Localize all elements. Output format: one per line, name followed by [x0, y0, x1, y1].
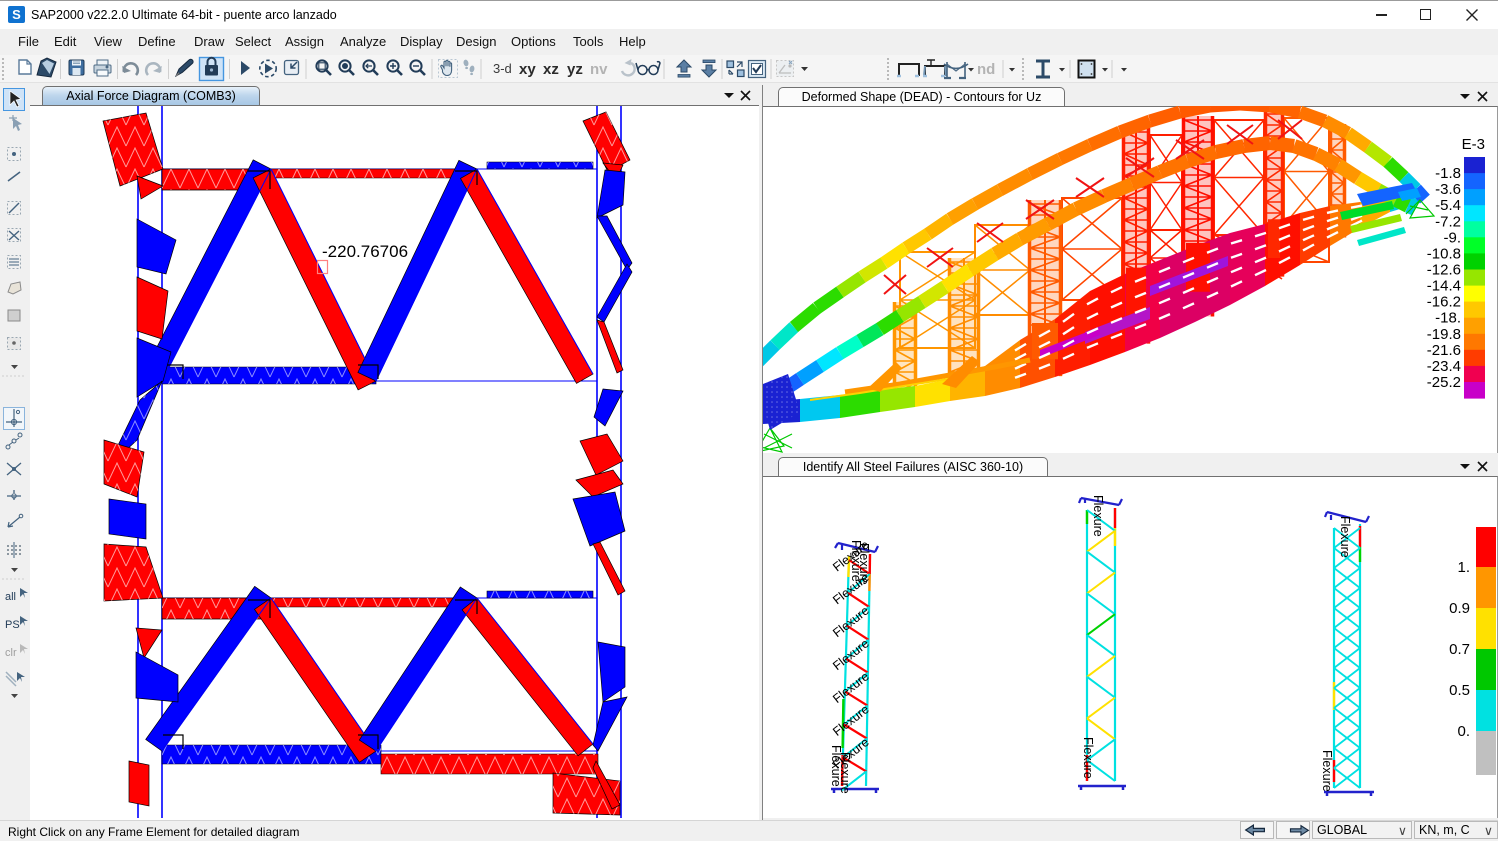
svg-text:Flexure: Flexure [1320, 750, 1334, 792]
svg-text:-18.: -18. [1435, 310, 1461, 327]
svg-text:-21.6: -21.6 [1427, 342, 1461, 359]
svg-text:-19.8: -19.8 [1427, 326, 1461, 343]
svg-text:-1.8: -1.8 [1435, 165, 1461, 182]
svg-text:Flexure: Flexure [830, 603, 872, 640]
svg-text:-9.: -9. [1443, 229, 1461, 246]
svg-text:Flexure: Flexure [830, 669, 872, 706]
svg-text:E-3: E-3 [1462, 136, 1485, 153]
svg-text:-25.2: -25.2 [1427, 374, 1461, 391]
svg-text:xz: xz [543, 61, 559, 78]
svg-text:Flexure: Flexure [1081, 737, 1095, 779]
svg-text:-220.76706: -220.76706 [322, 242, 408, 261]
svg-text:Flexure: Flexure [830, 636, 872, 673]
svg-text:-14.4: -14.4 [1427, 278, 1461, 295]
svg-text:-7.2: -7.2 [1435, 213, 1461, 230]
svg-text:Flexure: Flexure [838, 752, 852, 794]
svg-text:0.9: 0.9 [1449, 600, 1470, 617]
svg-text:-5.4: -5.4 [1435, 197, 1461, 214]
svg-text:all: all [5, 591, 16, 603]
svg-text:-3.6: -3.6 [1435, 181, 1461, 198]
svg-text:-23.4: -23.4 [1427, 358, 1461, 375]
svg-text:xy: xy [519, 61, 536, 78]
svg-text:0.5: 0.5 [1449, 682, 1470, 699]
svg-text:nd: nd [977, 61, 995, 78]
svg-text:PS: PS [5, 619, 20, 631]
svg-text:0.: 0. [1457, 723, 1470, 740]
svg-text:yz: yz [567, 61, 583, 78]
svg-text:1.: 1. [1457, 559, 1470, 576]
svg-text:nv: nv [590, 61, 608, 78]
svg-text:3-d: 3-d [493, 61, 512, 76]
svg-text:Flexure: Flexure [830, 702, 872, 739]
svg-text:Flexure: Flexure [857, 543, 871, 585]
svg-text:Flexure: Flexure [1338, 516, 1352, 558]
svg-text:-12.6: -12.6 [1427, 262, 1461, 279]
svg-text:-10.8: -10.8 [1427, 245, 1461, 262]
svg-text:-16.2: -16.2 [1427, 294, 1461, 311]
svg-text:0.7: 0.7 [1449, 641, 1470, 658]
svg-text:Flexure: Flexure [1091, 495, 1105, 537]
svg-text:clr: clr [5, 647, 17, 659]
